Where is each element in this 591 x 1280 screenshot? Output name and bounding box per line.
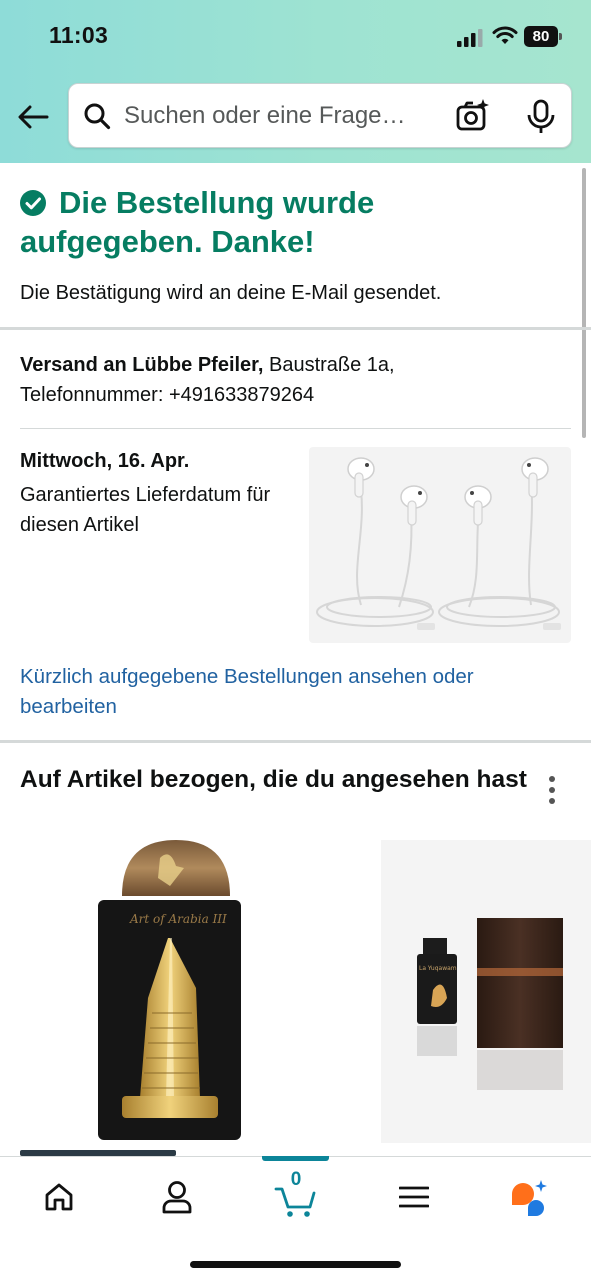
home-icon — [45, 1183, 73, 1211]
tab-rufus[interactable] — [507, 1175, 551, 1219]
earphones-illustration — [316, 457, 561, 630]
tab-account[interactable] — [155, 1175, 199, 1219]
product-image-earphones[interactable] — [309, 447, 571, 643]
perfume-2-brand-label: La Yuqawam — [419, 965, 457, 972]
header: 11:03 80 — [0, 0, 591, 163]
recommended-product-perfume-1[interactable]: Art of Arabia III — [20, 838, 355, 1156]
confirmation-subtitle: Die Bestätigung wird an deine E-Mail ges… — [20, 282, 442, 304]
shipping-phone: Telefonnummer: +491633879264 — [20, 384, 315, 406]
battery-indicator: 80 — [524, 26, 562, 47]
shipping-recipient: Versand an Lübbe Pfeiler, — [20, 354, 264, 376]
search-icon — [84, 103, 111, 130]
menu-icon — [399, 1186, 429, 1208]
account-icon — [162, 1181, 192, 1214]
back-button[interactable] — [16, 100, 50, 134]
order-confirmation: Die Bestellung wurde aufgegeben. Danke! — [20, 183, 560, 261]
active-tab-indicator — [262, 1156, 329, 1161]
home-indicator — [190, 1261, 401, 1268]
recommendations-title: Auf Artikel bezogen, die du angesehen ha… — [20, 766, 527, 793]
tab-cart[interactable]: 0 — [274, 1169, 318, 1219]
check-circle-icon — [20, 190, 46, 216]
view-orders-link[interactable]: Kürzlich aufgegebene Bestellungen ansehe… — [20, 662, 560, 722]
search-bar[interactable] — [68, 83, 572, 148]
divider — [20, 428, 571, 429]
delivery-date: Mittwoch, 16. Apr. — [20, 450, 190, 472]
arrow-left-icon — [18, 105, 49, 129]
microphone-icon[interactable] — [524, 99, 558, 135]
tab-menu[interactable] — [392, 1175, 436, 1219]
more-options-icon[interactable] — [544, 774, 560, 806]
delivery-guarantee: Garantiertes Lieferdatum für diesen Arti… — [20, 484, 271, 536]
section-divider — [0, 740, 591, 743]
wifi-icon — [492, 26, 518, 44]
search-input[interactable] — [124, 98, 424, 134]
section-divider — [0, 327, 591, 330]
cellular-signal-icon — [457, 29, 483, 47]
battery-level: 80 — [524, 26, 558, 47]
tab-home[interactable] — [37, 1175, 81, 1219]
scrollbar[interactable] — [582, 168, 586, 438]
recommended-product-perfume-2[interactable]: La Yuqawam — [381, 840, 591, 1143]
perfume-box-illustration: La Yuqawam — [417, 918, 563, 1090]
cart-count: 0 — [290, 1169, 302, 1190]
rufus-ai-icon — [512, 1180, 547, 1216]
camera-search-icon[interactable] — [455, 98, 491, 134]
shipping-info: Versand an Lübbe Pfeiler, Baustraße 1a, … — [20, 350, 570, 410]
battery-tip — [559, 33, 562, 40]
perfume-bottle-illustration: Art of Arabia III — [98, 840, 241, 1140]
confirmation-title: Die Bestellung wurde aufgegeben. Danke! — [20, 185, 375, 259]
shipping-address: Baustraße 1a, — [263, 354, 395, 376]
perfume-brand-label: Art of Arabia III — [129, 912, 227, 926]
status-time: 11:03 — [49, 22, 109, 48]
